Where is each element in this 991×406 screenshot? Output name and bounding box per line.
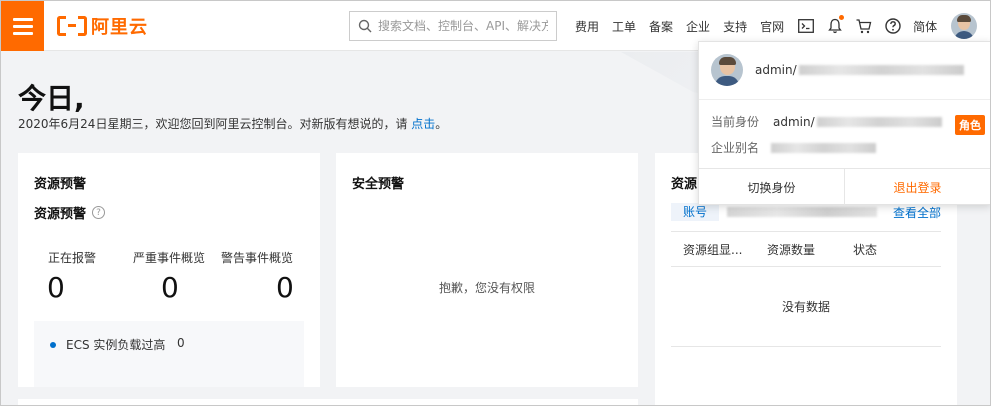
hamburger-menu-button[interactable]: [1, 1, 44, 51]
notification-dot: [839, 15, 845, 20]
nav-ticket[interactable]: 工单: [612, 18, 636, 35]
console-page: 阿里云 费用 工单 备案 企业 支持 官网: [0, 0, 991, 406]
stat-label-warning: 警告事件概览: [221, 251, 294, 265]
logo-text: 阿里云: [91, 17, 148, 38]
resource-table: 资源组显... 资源数量 状态 没有数据: [671, 231, 941, 347]
stat-value-warning[interactable]: 0: [276, 271, 294, 304]
stat-label-critical: 严重事件概览: [133, 251, 206, 265]
column-header[interactable]: 状态: [841, 241, 941, 258]
aliyun-logo[interactable]: 阿里云: [57, 14, 148, 38]
alarm-item[interactable]: ECS 实例负载过高 0: [34, 321, 304, 387]
user-menu-dropdown: admin/ 当前身份 admin/ 角色 企业别名 切换身份 退出登录: [698, 41, 990, 205]
help-icon[interactable]: [884, 17, 902, 35]
alarm-item-label: ECS 实例负载过高: [66, 338, 166, 352]
menu-icon-line: [12, 17, 33, 21]
stat-label-alarming: 正在报警: [48, 251, 97, 265]
dropdown-avatar: [711, 54, 743, 86]
nav-support[interactable]: 支持: [723, 18, 747, 35]
no-permission-message: 抱歉，您没有权限: [438, 281, 535, 295]
menu-icon-line: [12, 31, 33, 35]
feedback-link[interactable]: 点击: [411, 117, 435, 131]
redacted-alias: [771, 142, 877, 153]
greeting-title: 今日,: [18, 82, 85, 115]
column-header[interactable]: 资源数量: [755, 241, 841, 258]
card-subtitle: 资源预警 ?: [34, 203, 106, 222]
account-row: 账号 查看全部: [671, 203, 941, 221]
logout-button[interactable]: 退出登录: [845, 169, 990, 205]
view-all-link[interactable]: 查看全部: [893, 204, 941, 221]
empty-state: 没有数据: [671, 267, 941, 347]
column-header[interactable]: 资源组显...: [671, 241, 755, 258]
nav-icp[interactable]: 备案: [649, 18, 673, 35]
card-title: 资源预警: [34, 177, 87, 192]
search-icon: [358, 19, 372, 33]
status-dot: [50, 342, 56, 348]
welcome-text: 2020年6月24日星期三，欢迎您回到阿里云控制台。对新版有想说的，请: [18, 117, 408, 131]
switch-identity-button[interactable]: 切换身份: [699, 169, 845, 205]
nav-enterprise[interactable]: 企业: [686, 18, 710, 35]
redacted-username: [798, 65, 964, 75]
bell-icon[interactable]: [826, 15, 845, 35]
current-identity-row: 当前身份 admin/: [711, 113, 981, 130]
welcome-period: 。: [435, 117, 448, 131]
identity-value: admin/: [773, 114, 815, 129]
table-header: 资源组显... 资源数量 状态: [671, 231, 941, 267]
alarm-item-count: 0: [177, 336, 185, 350]
logo-mark-icon: [57, 16, 87, 36]
question-icon[interactable]: ?: [92, 206, 106, 219]
card-title: 资源: [671, 177, 698, 192]
role-badge: 角色: [955, 115, 985, 135]
dropdown-actions: 切换身份 退出登录: [699, 168, 990, 205]
divider: [699, 99, 990, 100]
welcome-message: 2020年6月24日星期三，欢迎您回到阿里云控制台。对新版有想说的，请 点击。: [18, 115, 447, 132]
nav-website[interactable]: 官网: [760, 18, 784, 35]
language-switch[interactable]: 简体: [913, 18, 937, 35]
redacted-account: [727, 207, 878, 217]
stat-value-alarming[interactable]: 0: [47, 271, 65, 304]
identity-label: 当前身份: [711, 115, 760, 129]
search-input[interactable]: [378, 19, 548, 33]
card-title: 安全预警: [352, 177, 405, 192]
user-avatar[interactable]: [951, 13, 978, 39]
dropdown-username: admin/: [755, 63, 964, 77]
alias-label: 企业别名: [711, 141, 760, 155]
security-alarm-card: 安全预警 抱歉，您没有权限: [336, 153, 638, 387]
nav-fee[interactable]: 费用: [575, 18, 599, 35]
enterprise-alias-row: 企业别名: [711, 139, 877, 156]
next-card-edge: [18, 399, 638, 405]
cart-icon[interactable]: [855, 17, 873, 35]
account-tab[interactable]: 账号: [671, 203, 720, 221]
menu-icon-line: [12, 24, 33, 28]
redacted-identity: [816, 116, 942, 127]
resource-alarm-card: 资源预警 资源预警 ? 正在报警 严重事件概览 警告事件概览 0 0 0 ECS…: [18, 153, 320, 387]
search-box[interactable]: [349, 11, 557, 41]
stat-value-critical[interactable]: 0: [161, 271, 179, 304]
terminal-icon[interactable]: [797, 17, 815, 35]
